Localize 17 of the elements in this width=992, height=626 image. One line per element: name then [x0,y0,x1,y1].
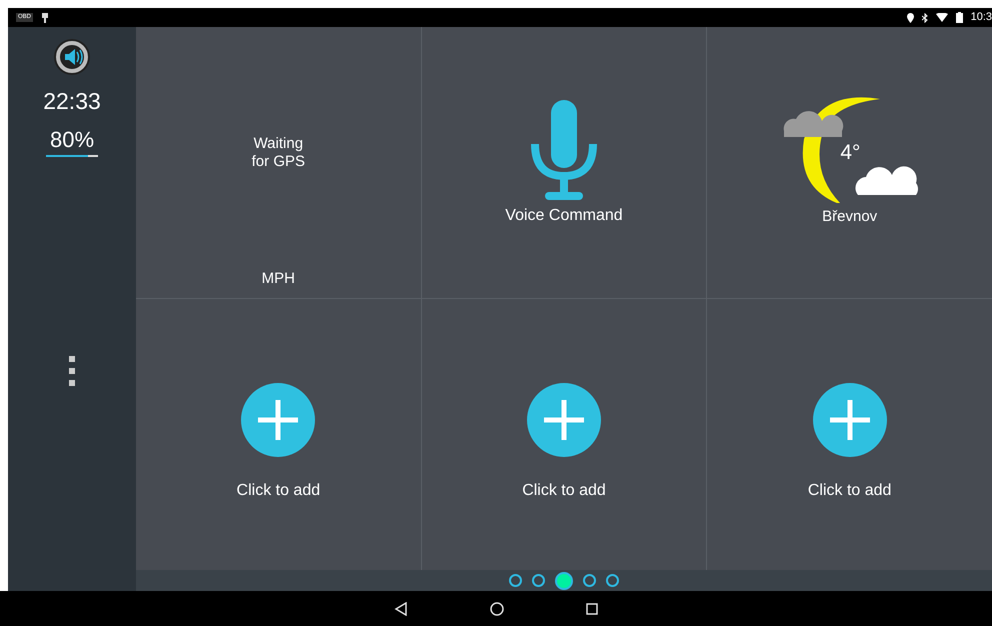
location-name: Břevnov [822,207,878,227]
tile[interactable]: 4° Břevnov [707,27,992,298]
tile[interactable]: Voice Command [422,27,706,298]
temperature: 4° [840,140,860,166]
tile-label: Click to add [236,481,320,501]
tile[interactable]: Waiting for GPS MPH [136,27,421,298]
tile-label: Click to add [808,481,892,501]
speed-unit: MPH [262,268,295,288]
battery-percent: 80% [50,128,94,150]
tile[interactable]: Click to add [136,299,421,570]
tile-label: Voice Command [505,206,623,226]
tile[interactable]: Click to add [422,299,706,570]
status-time: 10:3 [970,10,992,26]
clock-time: 22:33 [43,87,101,116]
tile[interactable]: Click to add [707,299,992,570]
gps-status: Waiting for GPS [252,135,305,171]
tile-label: Click to add [522,481,606,501]
